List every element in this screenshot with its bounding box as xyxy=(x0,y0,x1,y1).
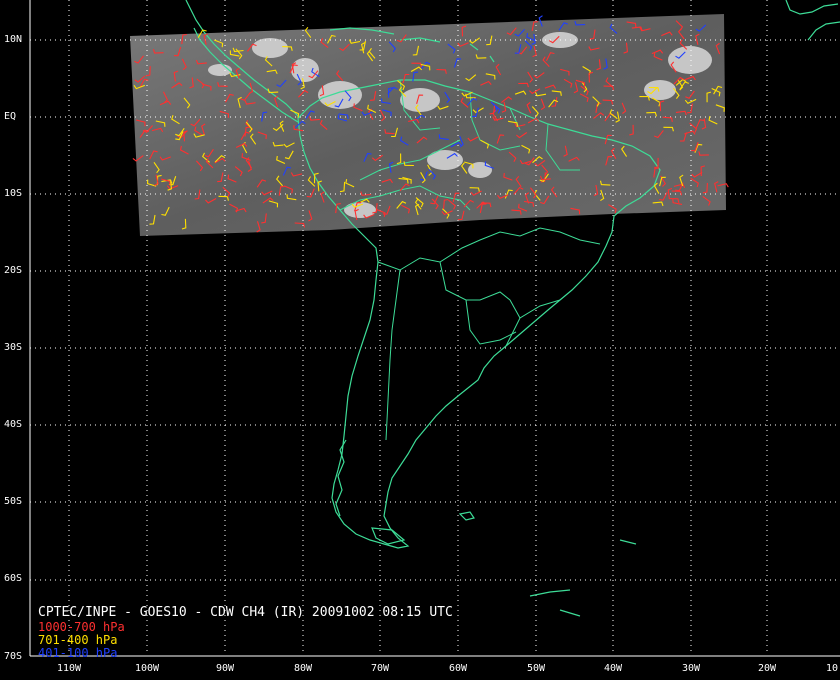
lon-label-10w: 10 xyxy=(825,663,839,674)
lat-label-70s: 70S xyxy=(4,651,23,662)
legend-high-level: 401-100 hPa xyxy=(38,646,118,660)
satellite-map: 10N EQ 10S 20S 30S 40S 50S 60S 70S 110W … xyxy=(0,0,840,680)
satellite-image-swath xyxy=(130,14,726,236)
antarctic-peninsula xyxy=(529,539,637,617)
lon-label-20w: 20W xyxy=(757,663,777,674)
lon-label-60w: 60W xyxy=(448,663,468,674)
lat-label-30s: 30S xyxy=(4,342,23,353)
lon-label-80w: 80W xyxy=(293,663,313,674)
lon-label-100w: 100W xyxy=(134,663,160,674)
legend-low-level: 1000-700 hPa xyxy=(38,620,125,634)
map-canvas xyxy=(29,0,840,657)
lat-label-60s: 60S xyxy=(4,573,23,584)
lat-label-eq: EQ xyxy=(4,111,17,122)
legend-mid-level: 701-400 hPa xyxy=(38,633,118,647)
lon-label-30w: 30W xyxy=(681,663,701,674)
map-caption: CPTEC/INPE - GOES10 - CDW CH4 (IR) 20091… xyxy=(38,605,453,620)
lon-label-90w: 90W xyxy=(215,663,235,674)
lat-label-40s: 40S xyxy=(4,419,23,430)
north-america-outline xyxy=(785,0,839,15)
lon-label-110w: 110W xyxy=(56,663,82,674)
lon-label-50w: 50W xyxy=(526,663,546,674)
lon-label-40w: 40W xyxy=(603,663,623,674)
lon-label-70w: 70W xyxy=(370,663,390,674)
chile-archipelago xyxy=(335,439,347,517)
africa-outline xyxy=(807,21,840,41)
lat-label-20s: 20S xyxy=(4,265,23,276)
falkland-islands xyxy=(458,511,475,521)
lat-label-10n: 10N xyxy=(4,34,23,45)
lat-label-10s: 10S xyxy=(4,188,23,199)
lat-label-50s: 50S xyxy=(4,496,23,507)
